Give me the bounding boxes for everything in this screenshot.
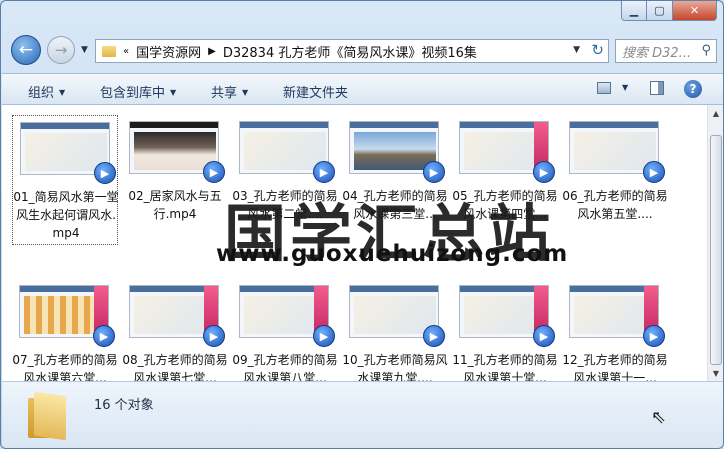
include-in-library-menu[interactable]: 包含到库中 ▼ — [100, 82, 176, 101]
chevron-down-icon: ▼ — [59, 88, 66, 97]
view-options-dropdown[interactable]: ▼ — [622, 83, 628, 92]
file-name: 03_孔方老师的简易风水第二堂.... — [232, 189, 338, 221]
file-name: 09_孔方老师的简易风水课第八堂... — [232, 353, 338, 381]
media-player-icon: ▶ — [643, 161, 665, 183]
title-bar: ▁ ▢ ✕ — [1, 1, 723, 31]
search-icon[interactable]: ⚲ — [701, 43, 711, 58]
share-label: 共享 — [211, 86, 238, 101]
refresh-icon[interactable]: ↻ — [591, 41, 604, 59]
media-player-icon: ▶ — [313, 161, 335, 183]
include-in-library-label: 包含到库中 — [100, 86, 166, 101]
minimize-button[interactable]: ▁ — [621, 1, 647, 21]
breadcrumb-root[interactable]: 国学资源网 — [136, 42, 201, 61]
media-player-icon: ▶ — [93, 325, 115, 347]
address-bar[interactable]: « 国学资源网 ▶ D32834 孔方老师《简易风水课》视频16集 ▼ ↻ — [95, 39, 609, 63]
file-item[interactable]: ▶ 10_孔方老师简易风水课第九堂.... — [342, 279, 448, 381]
media-player-icon: ▶ — [94, 162, 116, 184]
file-name: 10_孔方老师简易风水课第九堂.... — [342, 353, 448, 381]
window-controls: ▁ ▢ ✕ — [621, 1, 717, 21]
command-bar: 组织 ▼ 包含到库中 ▼ 共享 ▼ 新建文件夹 ▼ ? — [2, 73, 723, 105]
file-name: 11_孔方老师的简易风水课第十堂... — [452, 353, 558, 381]
file-list: ▶ 01_简易风水第一堂风生水起何谓风水.mp4 ▶ 02_居家风水与五行.mp4 ▶ 0… — [2, 105, 723, 381]
file-item[interactable]: ▶ 06_孔方老师的简易风水第五堂.... — [562, 115, 668, 245]
item-count: 16 个对象 — [94, 398, 154, 413]
file-item[interactable]: ▶ 01_简易风水第一堂风生水起何谓风水.mp4 — [12, 115, 119, 245]
file-item[interactable]: ▶ 05_孔方老师的简易风水课第四堂... — [452, 115, 558, 245]
file-item[interactable]: ▶ 12_孔方老师的简易风水课第十一... — [562, 279, 668, 381]
maximize-button[interactable]: ▢ — [647, 1, 673, 21]
folder-icon — [102, 45, 116, 57]
media-player-icon: ▶ — [313, 325, 335, 347]
breadcrumb-current[interactable]: D32834 孔方老师《简易风水课》视频16集 — [223, 42, 477, 61]
file-name: 06_孔方老师的简易风水第五堂.... — [562, 189, 668, 221]
scroll-up-icon[interactable]: ▲ — [708, 105, 723, 121]
file-name: 08_孔方老师的简易风水课第七堂... — [122, 353, 228, 381]
file-item[interactable]: ▶ 08_孔方老师的简易风水课第七堂... — [122, 279, 228, 381]
media-player-icon: ▶ — [533, 161, 555, 183]
search-placeholder: 搜索 D32... — [622, 45, 692, 61]
organize-label: 组织 — [28, 86, 55, 101]
chevron-down-icon: ▼ — [170, 88, 177, 97]
file-item[interactable]: ▶ 11_孔方老师的简易风水课第十堂... — [452, 279, 558, 381]
media-player-icon: ▶ — [423, 161, 445, 183]
new-folder-button[interactable]: 新建文件夹 — [283, 82, 348, 101]
file-item[interactable]: ▶ 03_孔方老师的简易风水第二堂.... — [232, 115, 338, 245]
media-player-icon: ▶ — [203, 325, 225, 347]
media-player-icon: ▶ — [643, 325, 665, 347]
folder-icon — [28, 391, 66, 441]
file-item[interactable]: ▶ 02_居家风水与五行.mp4 — [122, 115, 228, 245]
overflow-chevron-icon[interactable]: « — [123, 46, 129, 57]
file-name: 12_孔方老师的简易风水课第十一... — [562, 353, 668, 381]
breadcrumb-separator-icon[interactable]: ▶ — [208, 46, 216, 57]
file-name: 05_孔方老师的简易风水课第四堂... — [452, 189, 558, 221]
share-menu[interactable]: 共享 ▼ — [211, 82, 248, 101]
scroll-down-icon[interactable]: ▼ — [708, 365, 723, 381]
file-name: 02_居家风水与五行.mp4 — [128, 189, 222, 221]
address-dropdown-icon[interactable]: ▼ — [573, 45, 580, 55]
scrollbar-thumb[interactable] — [710, 135, 722, 365]
search-input[interactable]: 搜索 D32... ⚲ — [615, 39, 717, 63]
close-button[interactable]: ✕ — [673, 1, 717, 21]
file-item[interactable]: ▶ 04_孔方老师的简易风水课第三堂... — [342, 115, 448, 245]
navigation-bar: ← → ▼ « 国学资源网 ▶ D32834 孔方老师《简易风水课》视频16集 … — [1, 31, 723, 69]
media-player-icon: ▶ — [203, 161, 225, 183]
chevron-down-icon: ▼ — [242, 88, 249, 97]
change-view-icon[interactable] — [597, 82, 611, 94]
file-name: 04_孔方老师的简易风水课第三堂... — [342, 189, 448, 221]
explorer-window: ▁ ▢ ✕ ← → ▼ « 国学资源网 ▶ D32834 孔方老师《简易风水课》… — [0, 0, 724, 449]
back-button[interactable]: ← — [11, 35, 41, 65]
file-name: 01_简易风水第一堂风生水起何谓风水.mp4 — [13, 190, 119, 240]
details-pane: 16 个对象 — [2, 381, 723, 448]
mouse-cursor-icon: ⇖ — [651, 407, 667, 428]
media-player-icon: ▶ — [423, 325, 445, 347]
organize-menu[interactable]: 组织 ▼ — [28, 82, 65, 101]
help-icon[interactable]: ? — [684, 80, 702, 98]
media-player-icon: ▶ — [533, 325, 555, 347]
recent-pages-dropdown[interactable]: ▼ — [81, 45, 88, 55]
vertical-scrollbar[interactable]: ▲ ▼ — [707, 105, 723, 381]
forward-button[interactable]: → — [47, 36, 75, 64]
file-item[interactable]: ▶ 07_孔方老师的简易风水课第六堂... — [12, 279, 118, 381]
file-item[interactable]: ▶ 09_孔方老师的简易风水课第八堂... — [232, 279, 338, 381]
preview-pane-icon[interactable] — [650, 81, 664, 95]
file-name: 07_孔方老师的简易风水课第六堂... — [12, 353, 118, 381]
